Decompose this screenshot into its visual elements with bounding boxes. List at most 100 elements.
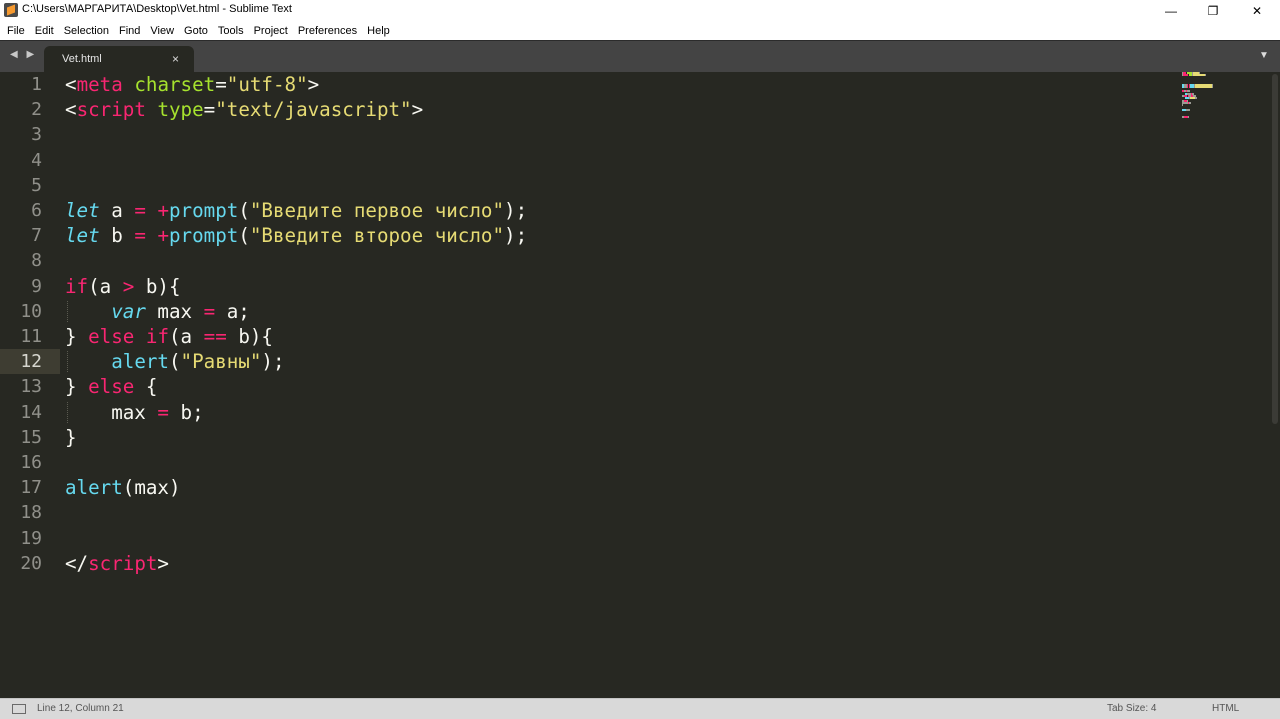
code-token: = <box>203 299 216 323</box>
code-line[interactable]: 15} <box>0 425 1270 450</box>
minimap-stroke <box>1195 85 1212 88</box>
code-text: var max = a; <box>65 299 250 324</box>
tab-vet-html[interactable]: Vet.html × <box>44 46 194 73</box>
code-line[interactable]: 7 let b = +prompt("Введите второе число")… <box>0 223 1270 248</box>
menu-tools[interactable]: Tools <box>213 25 249 37</box>
code-text: } else { <box>65 374 157 399</box>
scrollbar-thumb[interactable] <box>1272 74 1278 424</box>
code-token: meta <box>76 73 123 96</box>
code-token: max <box>65 400 158 424</box>
code-token: ); <box>261 350 285 374</box>
code-line[interactable]: 20 </script> <box>0 551 1270 576</box>
indent-guide <box>67 351 68 373</box>
code-line[interactable]: 5 <box>0 173 1270 198</box>
syntax-indicator[interactable]: HTML <box>1212 703 1239 714</box>
minimap-stroke <box>1189 101 1192 104</box>
line-number: 11 <box>20 326 42 347</box>
code-line[interactable]: 12 alert("Равны"); <box>0 349 1270 375</box>
sublime-app-icon <box>4 3 18 17</box>
code-token: } <box>65 425 77 449</box>
code-token: ); <box>504 199 528 222</box>
line-number: 19 <box>20 527 42 549</box>
menu-find[interactable]: Find <box>114 25 145 37</box>
menu-help[interactable]: Help <box>362 25 395 37</box>
code-token: else <box>88 325 135 348</box>
status-bar: Line 12, Column 21 Tab Size: 4 HTML <box>0 698 1280 719</box>
code-line[interactable]: 6 let a = +prompt("Введите первое число")… <box>0 198 1270 223</box>
code-token: < <box>65 98 77 122</box>
menu-edit[interactable]: Edit <box>30 25 59 37</box>
code-token: > <box>411 98 424 122</box>
indent-guide <box>67 300 68 322</box>
code-line[interactable]: 1 <meta charset="utf-8"> <box>0 72 1270 97</box>
line-number: 15 <box>20 426 42 448</box>
code-token: = <box>203 98 216 122</box>
tab-list-dropdown-icon[interactable]: ▼ <box>1259 50 1269 61</box>
tab-close-icon[interactable]: × <box>172 52 179 66</box>
code-text: max = b; <box>65 400 203 425</box>
code-line[interactable]: 16 <box>0 450 1270 475</box>
code-line[interactable]: 4 <box>0 148 1270 173</box>
code-line[interactable]: 3 <box>0 122 1270 147</box>
line-number: 20 <box>20 552 42 574</box>
menu-selection[interactable]: Selection <box>59 25 114 37</box>
tab-label: Vet.html <box>62 53 102 65</box>
code-line[interactable]: 17 alert(max) <box>0 475 1270 500</box>
code-line[interactable]: 18 <box>0 500 1270 525</box>
minimap-stroke <box>1185 108 1190 111</box>
line-number: 4 <box>31 149 42 171</box>
code-text: <script type="text/javascript"> <box>65 97 423 122</box>
code-line[interactable]: 11} else if(a == b){ <box>0 324 1270 349</box>
code-token: "utf-8" <box>226 73 308 96</box>
code-line[interactable]: 9 if(a > b){ <box>0 274 1270 299</box>
window-title: C:\Users\МАРГАРИТА\Desktop\Vet.html - Su… <box>22 3 292 15</box>
indent-guide <box>67 401 68 423</box>
code-text: let b = +prompt("Введите второе число"); <box>65 223 527 248</box>
code-line[interactable]: 10 var max = a; <box>0 299 1270 324</box>
minimize-button[interactable]: — <box>1148 0 1194 21</box>
code-token: } <box>65 375 89 399</box>
menu-bar: File Edit Selection Find View Goto Tools… <box>0 21 1280 40</box>
code-line[interactable]: 14 max = b; <box>0 400 1270 425</box>
code-token: { <box>134 375 158 399</box>
code-text: let a = +prompt("Введите первое число"); <box>65 198 527 223</box>
line-number: 5 <box>31 174 42 196</box>
tab-nav-arrows-icon[interactable]: ◀ ▶ <box>10 49 37 60</box>
tab-size-indicator[interactable]: Tab Size: 4 <box>1107 703 1156 714</box>
code-line[interactable]: 13} else { <box>0 374 1270 399</box>
code-line[interactable]: 8 <box>0 248 1270 273</box>
code-token: ); <box>504 224 528 248</box>
cursor-position: Line 12, Column 21 <box>37 703 124 714</box>
menu-preferences[interactable]: Preferences <box>293 25 362 37</box>
line-number: 14 <box>20 401 42 423</box>
menu-file[interactable]: File <box>2 25 30 37</box>
code-token: let <box>65 199 100 222</box>
menu-project[interactable]: Project <box>249 25 293 37</box>
code-token: = <box>157 400 169 424</box>
line-number: 7 <box>31 225 42 247</box>
code-editor[interactable]: 1 <meta charset="utf-8"> 2 <script type="te… <box>0 72 1270 698</box>
console-toggle-icon[interactable] <box>12 704 26 714</box>
code-line[interactable]: 19 <box>0 526 1270 551</box>
code-token: a <box>99 199 135 222</box>
menu-goto[interactable]: Goto <box>179 25 213 37</box>
code-token: "text/javascript" <box>215 98 412 122</box>
line-number: 18 <box>20 502 42 524</box>
minimap[interactable] <box>1180 72 1260 122</box>
code-token: ( <box>168 350 181 374</box>
code-token: a; <box>215 299 250 323</box>
code-text: </script> <box>65 551 169 576</box>
code-line[interactable]: 2 <script type="text/javascript"> <box>0 97 1270 122</box>
code-text: alert(max) <box>65 475 181 500</box>
maximize-button[interactable]: ❐ <box>1190 0 1236 21</box>
close-window-button[interactable]: ✕ <box>1234 0 1280 21</box>
menu-view[interactable]: View <box>145 25 179 37</box>
vertical-scrollbar[interactable] <box>1270 72 1280 698</box>
tab-bar: ◀ ▶ Vet.html × ▼ <box>0 40 1280 73</box>
line-number: 9 <box>31 275 42 297</box>
